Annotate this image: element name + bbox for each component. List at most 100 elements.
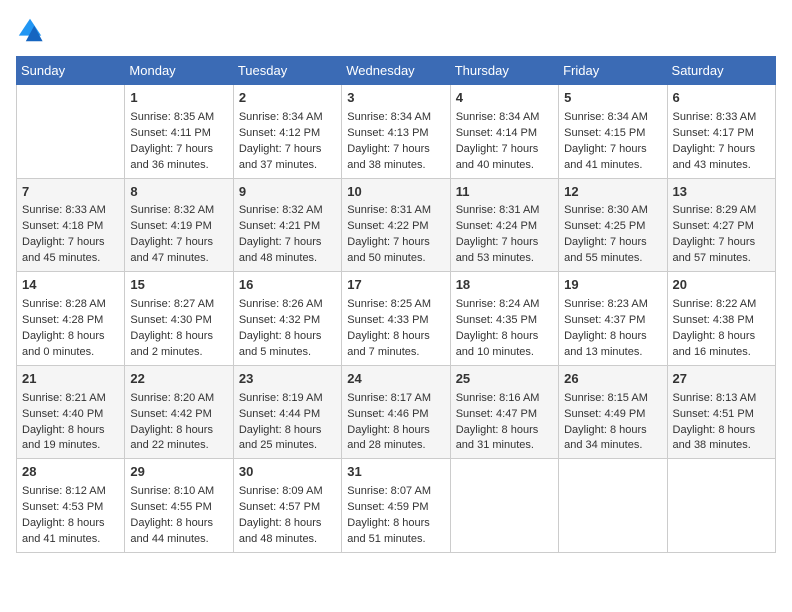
sunrise-text: Sunrise: 8:31 AM	[347, 203, 444, 219]
sunset-text: Sunset: 4:59 PM	[347, 500, 444, 516]
sunset-text: Sunset: 4:24 PM	[456, 219, 553, 235]
sunset-text: Sunset: 4:18 PM	[22, 219, 119, 235]
daylight-text: Daylight: 8 hours and 13 minutes.	[564, 329, 661, 361]
daylight-text: Daylight: 8 hours and 48 minutes.	[239, 516, 336, 548]
day-cell: 27Sunrise: 8:13 AMSunset: 4:51 PMDayligh…	[667, 365, 775, 459]
day-cell: 13Sunrise: 8:29 AMSunset: 4:27 PMDayligh…	[667, 178, 775, 272]
sunrise-text: Sunrise: 8:25 AM	[347, 297, 444, 313]
sunrise-text: Sunrise: 8:10 AM	[130, 484, 227, 500]
day-cell: 28Sunrise: 8:12 AMSunset: 4:53 PMDayligh…	[17, 459, 125, 553]
sunset-text: Sunset: 4:21 PM	[239, 219, 336, 235]
day-cell: 29Sunrise: 8:10 AMSunset: 4:55 PMDayligh…	[125, 459, 233, 553]
daylight-text: Daylight: 7 hours and 43 minutes.	[673, 142, 770, 174]
sunset-text: Sunset: 4:33 PM	[347, 313, 444, 329]
sunrise-text: Sunrise: 8:34 AM	[239, 110, 336, 126]
daylight-text: Daylight: 7 hours and 55 minutes.	[564, 235, 661, 267]
day-number: 14	[22, 276, 119, 295]
day-number: 6	[673, 89, 770, 108]
day-cell	[450, 459, 558, 553]
sunset-text: Sunset: 4:55 PM	[130, 500, 227, 516]
day-number: 17	[347, 276, 444, 295]
sunrise-text: Sunrise: 8:20 AM	[130, 391, 227, 407]
sunset-text: Sunset: 4:40 PM	[22, 407, 119, 423]
daylight-text: Daylight: 8 hours and 5 minutes.	[239, 329, 336, 361]
header-cell-thursday: Thursday	[450, 57, 558, 85]
day-cell: 25Sunrise: 8:16 AMSunset: 4:47 PMDayligh…	[450, 365, 558, 459]
sunset-text: Sunset: 4:28 PM	[22, 313, 119, 329]
day-number: 28	[22, 463, 119, 482]
day-cell: 12Sunrise: 8:30 AMSunset: 4:25 PMDayligh…	[559, 178, 667, 272]
day-number: 26	[564, 370, 661, 389]
daylight-text: Daylight: 8 hours and 31 minutes.	[456, 423, 553, 455]
day-number: 23	[239, 370, 336, 389]
sunset-text: Sunset: 4:46 PM	[347, 407, 444, 423]
daylight-text: Daylight: 7 hours and 41 minutes.	[564, 142, 661, 174]
sunset-text: Sunset: 4:32 PM	[239, 313, 336, 329]
daylight-text: Daylight: 8 hours and 22 minutes.	[130, 423, 227, 455]
day-cell: 9Sunrise: 8:32 AMSunset: 4:21 PMDaylight…	[233, 178, 341, 272]
logo	[16, 16, 48, 44]
sunset-text: Sunset: 4:13 PM	[347, 126, 444, 142]
day-number: 5	[564, 89, 661, 108]
day-cell: 7Sunrise: 8:33 AMSunset: 4:18 PMDaylight…	[17, 178, 125, 272]
week-row-2: 7Sunrise: 8:33 AMSunset: 4:18 PMDaylight…	[17, 178, 776, 272]
day-cell: 26Sunrise: 8:15 AMSunset: 4:49 PMDayligh…	[559, 365, 667, 459]
sunset-text: Sunset: 4:17 PM	[673, 126, 770, 142]
daylight-text: Daylight: 8 hours and 19 minutes.	[22, 423, 119, 455]
day-number: 1	[130, 89, 227, 108]
sunrise-text: Sunrise: 8:16 AM	[456, 391, 553, 407]
day-cell: 6Sunrise: 8:33 AMSunset: 4:17 PMDaylight…	[667, 85, 775, 179]
day-number: 11	[456, 183, 553, 202]
week-row-3: 14Sunrise: 8:28 AMSunset: 4:28 PMDayligh…	[17, 272, 776, 366]
daylight-text: Daylight: 7 hours and 47 minutes.	[130, 235, 227, 267]
daylight-text: Daylight: 7 hours and 48 minutes.	[239, 235, 336, 267]
sunset-text: Sunset: 4:42 PM	[130, 407, 227, 423]
header-cell-tuesday: Tuesday	[233, 57, 341, 85]
logo-icon	[16, 16, 44, 44]
daylight-text: Daylight: 7 hours and 37 minutes.	[239, 142, 336, 174]
day-number: 3	[347, 89, 444, 108]
day-cell: 2Sunrise: 8:34 AMSunset: 4:12 PMDaylight…	[233, 85, 341, 179]
week-row-1: 1Sunrise: 8:35 AMSunset: 4:11 PMDaylight…	[17, 85, 776, 179]
day-number: 10	[347, 183, 444, 202]
sunset-text: Sunset: 4:25 PM	[564, 219, 661, 235]
sunset-text: Sunset: 4:44 PM	[239, 407, 336, 423]
calendar-body: 1Sunrise: 8:35 AMSunset: 4:11 PMDaylight…	[17, 85, 776, 553]
sunrise-text: Sunrise: 8:17 AM	[347, 391, 444, 407]
day-number: 19	[564, 276, 661, 295]
day-number: 15	[130, 276, 227, 295]
day-cell: 24Sunrise: 8:17 AMSunset: 4:46 PMDayligh…	[342, 365, 450, 459]
sunset-text: Sunset: 4:22 PM	[347, 219, 444, 235]
day-cell: 17Sunrise: 8:25 AMSunset: 4:33 PMDayligh…	[342, 272, 450, 366]
day-number: 12	[564, 183, 661, 202]
daylight-text: Daylight: 8 hours and 0 minutes.	[22, 329, 119, 361]
day-cell: 16Sunrise: 8:26 AMSunset: 4:32 PMDayligh…	[233, 272, 341, 366]
daylight-text: Daylight: 8 hours and 44 minutes.	[130, 516, 227, 548]
daylight-text: Daylight: 8 hours and 10 minutes.	[456, 329, 553, 361]
day-number: 21	[22, 370, 119, 389]
sunrise-text: Sunrise: 8:34 AM	[564, 110, 661, 126]
header-cell-wednesday: Wednesday	[342, 57, 450, 85]
header-cell-saturday: Saturday	[667, 57, 775, 85]
sunset-text: Sunset: 4:37 PM	[564, 313, 661, 329]
daylight-text: Daylight: 7 hours and 38 minutes.	[347, 142, 444, 174]
daylight-text: Daylight: 8 hours and 51 minutes.	[347, 516, 444, 548]
day-cell: 20Sunrise: 8:22 AMSunset: 4:38 PMDayligh…	[667, 272, 775, 366]
day-number: 18	[456, 276, 553, 295]
day-cell	[667, 459, 775, 553]
sunset-text: Sunset: 4:38 PM	[673, 313, 770, 329]
week-row-5: 28Sunrise: 8:12 AMSunset: 4:53 PMDayligh…	[17, 459, 776, 553]
sunset-text: Sunset: 4:27 PM	[673, 219, 770, 235]
day-cell: 3Sunrise: 8:34 AMSunset: 4:13 PMDaylight…	[342, 85, 450, 179]
daylight-text: Daylight: 8 hours and 38 minutes.	[673, 423, 770, 455]
daylight-text: Daylight: 7 hours and 57 minutes.	[673, 235, 770, 267]
daylight-text: Daylight: 7 hours and 40 minutes.	[456, 142, 553, 174]
day-cell: 22Sunrise: 8:20 AMSunset: 4:42 PMDayligh…	[125, 365, 233, 459]
day-cell: 15Sunrise: 8:27 AMSunset: 4:30 PMDayligh…	[125, 272, 233, 366]
day-cell: 10Sunrise: 8:31 AMSunset: 4:22 PMDayligh…	[342, 178, 450, 272]
page-header	[16, 16, 776, 44]
sunrise-text: Sunrise: 8:28 AM	[22, 297, 119, 313]
sunrise-text: Sunrise: 8:30 AM	[564, 203, 661, 219]
day-cell: 4Sunrise: 8:34 AMSunset: 4:14 PMDaylight…	[450, 85, 558, 179]
daylight-text: Daylight: 8 hours and 2 minutes.	[130, 329, 227, 361]
